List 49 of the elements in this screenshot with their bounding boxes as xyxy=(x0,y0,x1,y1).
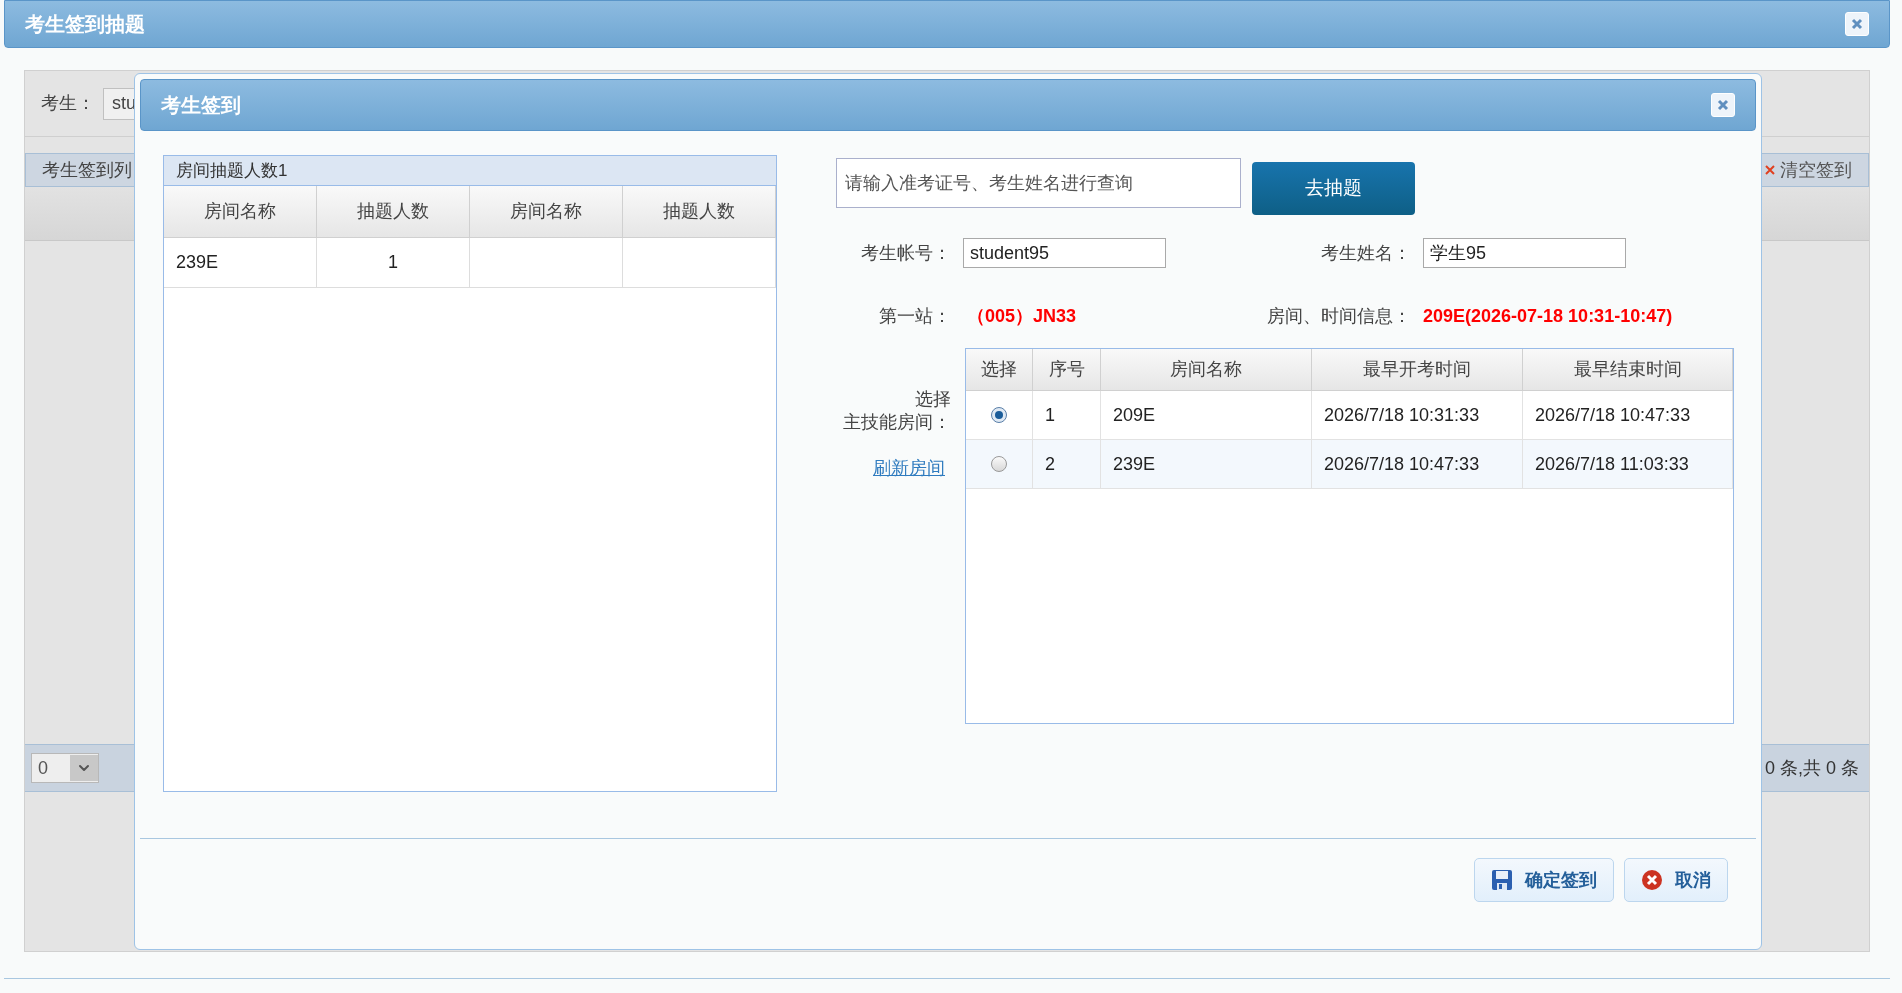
column-header: 抽题人数 xyxy=(317,186,470,238)
column-header: 最早开考时间 xyxy=(1312,349,1523,391)
page-info: 0 条,共 0 条 xyxy=(1764,756,1860,780)
table-cell: 239E xyxy=(164,238,317,288)
cancel-button[interactable]: 取消 xyxy=(1624,858,1728,902)
window-title: 考生签到抽题 xyxy=(25,12,145,37)
field-label: 考生姓名： xyxy=(1320,241,1411,265)
column-header: 选择 xyxy=(966,349,1033,391)
close-button[interactable] xyxy=(1845,12,1869,36)
info-value: （005）JN33 xyxy=(967,304,1078,328)
close-icon xyxy=(1717,99,1729,111)
radio-button[interactable] xyxy=(991,407,1007,423)
table-cell: 239E xyxy=(1101,440,1312,489)
table-cell: 2026/7/18 10:31:33 xyxy=(1312,391,1523,440)
refresh-link[interactable]: 刷新房间 xyxy=(873,455,945,482)
info-value: 209E(2026-07-18 10:31-10:47) xyxy=(1423,304,1673,328)
column-header: 抽题人数 xyxy=(623,186,776,238)
table-cell: 2026/7/18 11:03:33 xyxy=(1523,440,1733,489)
draw-button[interactable]: 去抽题 xyxy=(1252,162,1415,215)
table-cell: 209E xyxy=(1101,391,1312,440)
close-icon xyxy=(1764,164,1776,176)
radio-button[interactable] xyxy=(991,456,1007,472)
field-input[interactable]: student95 xyxy=(963,238,1166,268)
column-header: 最早结束时间 xyxy=(1523,349,1733,391)
close-icon xyxy=(1641,869,1663,891)
list-title: 考生签到列 xyxy=(42,158,132,182)
column-header: 房间名称 xyxy=(1101,349,1312,391)
confirm-button[interactable]: 确定签到 xyxy=(1474,858,1614,902)
close-icon xyxy=(1851,18,1863,30)
column-header: 房间名称 xyxy=(164,186,317,238)
search-field[interactable]: 请输入准考证号、考生姓名进行查询 xyxy=(836,158,1241,208)
column-header: 序号 xyxy=(1033,349,1101,391)
field-input[interactable]: 学生95 xyxy=(1423,238,1626,268)
field-label: 考生帐号： xyxy=(860,241,951,265)
info-label: 第一站： xyxy=(878,304,951,328)
table-cell: 1 xyxy=(317,238,470,288)
page-size-select[interactable]: 0 xyxy=(31,753,99,783)
table-cell: 2 xyxy=(1033,440,1101,489)
table-cell: 2026/7/18 10:47:33 xyxy=(1523,391,1733,440)
filter-label: 考生： xyxy=(41,92,95,115)
clear-button[interactable]: 清空签到 xyxy=(1764,156,1852,184)
room-select-label: 选择 主技能房间： xyxy=(843,388,951,434)
info-label: 房间、时间信息： xyxy=(1266,304,1411,328)
column-header: 房间名称 xyxy=(470,186,623,238)
table-cell: 2026/7/18 10:47:33 xyxy=(1312,440,1523,489)
table-cell: 1 xyxy=(1033,391,1101,440)
close-button[interactable] xyxy=(1711,93,1735,117)
dialog-title: 考生签到 xyxy=(161,93,241,118)
panel-title: 房间抽题人数1 xyxy=(176,159,288,182)
